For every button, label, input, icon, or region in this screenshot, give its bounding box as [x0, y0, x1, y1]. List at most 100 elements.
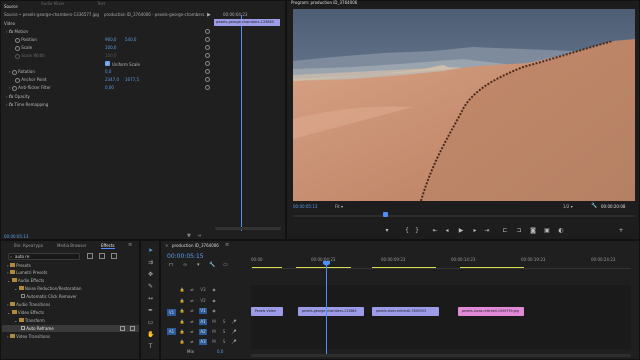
mini-playhead[interactable]: [241, 15, 242, 231]
property-rotation[interactable]: › Rotation: [9, 68, 35, 75]
track-lanes[interactable]: Pexels Video pexels-george-chambers-1336…: [251, 285, 631, 349]
work-area-bar[interactable]: [460, 267, 524, 268]
insert-icon[interactable]: ⊏: [501, 227, 509, 235]
linked-selection-icon[interactable]: ∞: [183, 262, 187, 268]
timeline-tab[interactable]: production ID_3764006: [172, 243, 219, 248]
type-tool-icon[interactable]: T: [147, 343, 154, 350]
go-to-out-icon[interactable]: ⇥: [483, 227, 491, 235]
property-motion[interactable]: › fx Motion: [6, 28, 28, 35]
program-monitor-title[interactable]: Program: production ID_3764006: [291, 0, 357, 5]
property-anchor-point[interactable]: Anchor Point: [15, 76, 47, 83]
hand-tool-icon[interactable]: ✋: [147, 331, 154, 338]
property-anti-flicker[interactable]: › Anti-flicker Filter: [9, 84, 51, 91]
razor-tool-icon[interactable]: ✎: [147, 283, 154, 290]
filter-icon[interactable]: ▼: [187, 233, 191, 239]
video-clip[interactable]: Pexels Video: [251, 307, 283, 316]
tab-media-browser[interactable]: Media Browser: [57, 243, 87, 248]
tree-item-automatic-click-remover[interactable]: Automatic Click Remover: [21, 294, 77, 299]
overwrite-icon[interactable]: ⊐: [515, 227, 523, 235]
mini-timeline-scrollbar[interactable]: [215, 227, 281, 230]
sequence-label[interactable]: production ID_3764006 - pexels-george-ch…: [104, 12, 206, 17]
32bit-effects-icon[interactable]: [99, 253, 105, 259]
track-select-tool-icon[interactable]: ⇉: [147, 259, 154, 266]
go-to-in-icon[interactable]: ⇤: [431, 227, 439, 235]
reset-icon[interactable]: [205, 45, 210, 50]
program-scrub-bar[interactable]: [293, 215, 635, 217]
add-marker-icon[interactable]: ▾: [197, 262, 200, 268]
tree-item-lumetri-presets[interactable]: › Lumetri Presets: [7, 270, 47, 275]
tree-item-video-effects[interactable]: ⌄ Video Effects: [7, 310, 44, 315]
reset-icon[interactable]: [205, 37, 210, 42]
reset-icon[interactable]: [205, 85, 210, 90]
tree-item-transform[interactable]: ⌄ Transform: [14, 318, 45, 323]
mark-out-icon[interactable]: }: [413, 227, 421, 235]
reset-icon[interactable]: [205, 69, 210, 74]
timeline-scrollbar[interactable]: [251, 354, 631, 357]
tab-source[interactable]: Source: [4, 3, 18, 10]
effect-controls-timecode[interactable]: 00:00:05:13: [4, 234, 28, 239]
source-patch-v1[interactable]: V1: [167, 309, 176, 316]
tab-text[interactable]: Text: [97, 0, 105, 7]
work-area-bar[interactable]: [296, 267, 351, 268]
reset-icon[interactable]: [205, 53, 210, 58]
uniform-scale-checkbox[interactable]: ✓: [105, 61, 110, 66]
tab-bin[interactable]: Bin: Креатура: [14, 243, 43, 248]
wrench-icon[interactable]: 🔧: [591, 203, 597, 209]
position-x[interactable]: 960,0: [105, 37, 116, 42]
mix-value[interactable]: 0,0: [217, 349, 223, 354]
anchor-y[interactable]: 1677,5: [125, 77, 139, 82]
yuv-effects-icon[interactable]: [111, 253, 117, 259]
timeline-playhead[interactable]: [326, 261, 327, 357]
accelerated-effects-icon[interactable]: [87, 253, 93, 259]
timeline-settings-icon[interactable]: 🔧: [209, 262, 215, 268]
tree-item-auto-reframe[interactable]: Auto Reframe: [2, 325, 139, 332]
track-a1-header[interactable]: 🔒 ⇄ A1 M S 🎤: [179, 319, 249, 328]
video-clip[interactable]: pexels-george-chambers-133665: [298, 307, 364, 316]
scale-value[interactable]: 100,0: [105, 45, 116, 50]
tree-item-video-transitions[interactable]: › Video Transitions: [7, 334, 50, 339]
source-patch-a1[interactable]: A1: [167, 328, 176, 335]
program-playhead[interactable]: [383, 212, 388, 217]
search-input[interactable]: ⌕ auto re: [8, 253, 80, 260]
add-marker-icon[interactable]: ▾: [383, 227, 391, 235]
video-clip[interactable]: pexels-lucas-mitchell-1959739.jpg: [458, 307, 524, 316]
tree-item-presets[interactable]: › Presets: [7, 263, 31, 268]
export-frame-icon[interactable]: ◙: [529, 227, 537, 235]
breadcrumb[interactable]: Source • pexels-george-chambers-1336577.…: [4, 12, 104, 17]
pen-tool-icon[interactable]: ✒: [147, 307, 154, 314]
video-clip[interactable]: pexels-tiwer-mitchell-7895353: [372, 307, 439, 316]
timeline-timecode[interactable]: 00:00:05:15: [167, 253, 204, 260]
tab-effects[interactable]: Effects: [101, 243, 115, 249]
slip-tool-icon[interactable]: ↔: [147, 295, 154, 302]
tree-item-audio-effects[interactable]: ⌄ Audio Effects: [7, 278, 44, 283]
fit-dropdown[interactable]: Fit ▾: [335, 204, 343, 209]
comparison-view-icon[interactable]: ▣: [543, 227, 551, 235]
reset-icon[interactable]: [205, 29, 210, 34]
tree-item-audio-transitions[interactable]: › Audio Transitions: [7, 302, 50, 307]
reset-icon[interactable]: [205, 61, 210, 66]
button-editor-icon[interactable]: +: [617, 227, 625, 235]
work-area-bar[interactable]: [372, 267, 436, 268]
resolution-dropdown[interactable]: 1/2 ▾: [563, 204, 573, 209]
work-area-bar[interactable]: [252, 267, 282, 268]
track-v1-header[interactable]: 🔒 ⇄ V1 ◉: [179, 308, 249, 317]
track-a3-header[interactable]: 🔒 ⇄ A3 M S 🎤: [179, 339, 249, 348]
snap-icon[interactable]: ⊓: [169, 262, 173, 268]
property-opacity[interactable]: › fx Opacity: [6, 93, 30, 100]
track-v3-header[interactable]: 🔒 ⇄ V3 ◉: [179, 287, 249, 296]
tree-item-noise-reduction[interactable]: ⌄ Noise Reduction/Restoration: [14, 286, 82, 291]
rotation-value[interactable]: 0,0: [105, 69, 111, 74]
captions-icon[interactable]: ▭: [223, 262, 228, 268]
program-video-frame[interactable]: [293, 9, 635, 201]
rectangle-tool-icon[interactable]: ▭: [147, 319, 154, 326]
property-position[interactable]: Position: [15, 36, 37, 43]
position-y[interactable]: 540,0: [125, 37, 136, 42]
property-scale[interactable]: Scale: [15, 44, 32, 51]
play-button[interactable]: ▶: [457, 227, 465, 235]
step-forward-icon[interactable]: ▸: [471, 227, 479, 235]
ripple-edit-tool-icon[interactable]: ✥: [147, 271, 154, 278]
anti-flicker-value[interactable]: 0,00: [105, 85, 114, 90]
program-timecode[interactable]: 00:00:05:13: [293, 204, 317, 209]
track-v2-header[interactable]: 🔒 ⇄ V2 ◉: [179, 298, 249, 307]
tab-audio-mixer[interactable]: Audio Mixer: [41, 0, 65, 7]
